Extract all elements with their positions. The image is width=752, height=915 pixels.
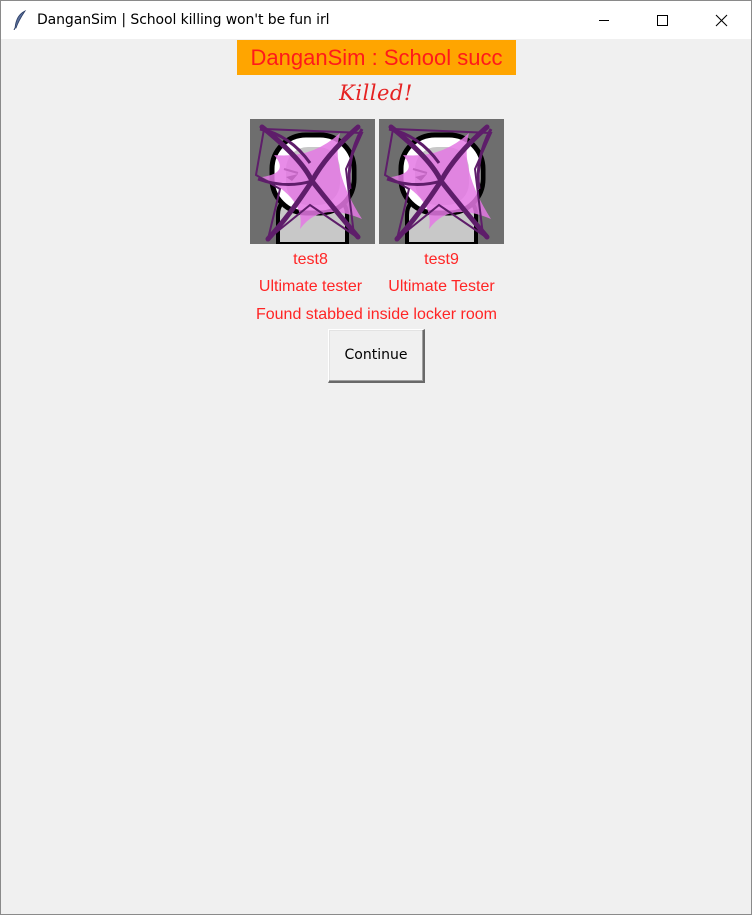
title-bar[interactable]: DanganSim | School killing won't be fun … <box>1 1 751 39</box>
continue-button[interactable]: Continue <box>328 329 425 383</box>
victim-name-2: test9 <box>424 251 459 268</box>
maximize-button[interactable] <box>633 1 691 39</box>
death-cause-text: Found stabbed inside locker room <box>255 306 498 323</box>
minimize-icon <box>599 20 609 21</box>
window-title: DanganSim | School killing won't be fun … <box>37 12 330 28</box>
maximize-icon <box>657 15 668 26</box>
killed-status-label: Killed! <box>339 81 413 105</box>
close-icon <box>715 14 728 27</box>
main-content: DanganSim : School succ Killed! test8 te… <box>1 39 751 914</box>
app-window: DanganSim | School killing won't be fun … <box>0 0 752 915</box>
victim-talent-1: Ultimate tester <box>258 278 363 295</box>
victim-talent-2: Ultimate Tester <box>388 278 495 295</box>
victim-portrait-2 <box>379 119 504 246</box>
minimize-button[interactable] <box>575 1 633 39</box>
app-header-title: DanganSim : School succ <box>237 40 516 75</box>
close-button[interactable] <box>691 1 751 39</box>
crossed-out-character-portrait-icon <box>250 119 375 246</box>
victim-portrait-1 <box>250 119 375 246</box>
feather-icon <box>13 10 27 30</box>
crossed-out-character-portrait-icon <box>379 119 504 246</box>
victim-name-1: test8 <box>293 251 328 268</box>
